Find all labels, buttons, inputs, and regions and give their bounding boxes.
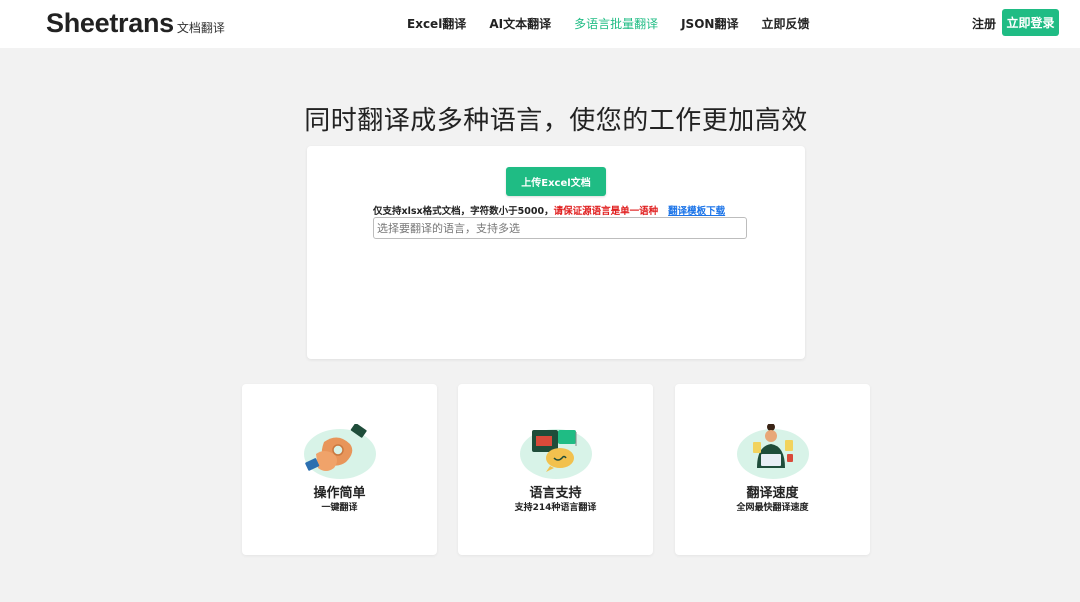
- nav-ai-text-translate[interactable]: AI文本翻译: [489, 15, 551, 32]
- feature-desc: 支持214种语言翻译: [514, 503, 597, 513]
- target-language-select[interactable]: [373, 217, 747, 239]
- notice-warning: 请保证源语言是单一语种: [553, 206, 659, 217]
- feature-desc: 一键翻译: [321, 503, 358, 513]
- top-header: Sheetrans 文档翻译 Excel翻译 AI文本翻译 多语言批量翻译 JS…: [0, 0, 1080, 48]
- feature-title: 语言支持: [529, 486, 582, 501]
- login-button[interactable]: 立即登录: [1002, 9, 1059, 36]
- upload-notice: 仅支持xlsx格式文档，字符数小于5000，请保证源语言是单一语种 翻译模板下载: [373, 203, 725, 217]
- template-download-link[interactable]: 翻译模板下载: [668, 206, 725, 217]
- upload-excel-button[interactable]: 上传Excel文档: [506, 167, 606, 196]
- page-headline: 同时翻译成多种语言，使您的工作更加高效: [304, 106, 808, 136]
- nav-json-translate[interactable]: JSON翻译: [681, 15, 738, 32]
- feature-card-speed: 翻译速度 全网最快翻译速度: [675, 384, 870, 555]
- nav-feedback[interactable]: 立即反馈: [761, 15, 809, 32]
- brand-logo[interactable]: Sheetrans 文档翻译: [46, 8, 225, 39]
- nav-multi-language-batch[interactable]: 多语言批量翻译: [574, 15, 658, 32]
- hands-icon: [304, 424, 376, 479]
- upload-card: 上传Excel文档 仅支持xlsx格式文档，字符数小于5000，请保证源语言是单…: [307, 146, 805, 359]
- feature-title: 操作简单: [313, 486, 366, 501]
- feature-card-easy: 操作简单 一键翻译: [242, 384, 437, 555]
- nav-excel-translate[interactable]: Excel翻译: [407, 15, 466, 32]
- notice-text: 仅支持xlsx格式文档，字符数小于5000，: [373, 206, 554, 217]
- feature-title: 翻译速度: [746, 486, 799, 501]
- translator-person-icon: [737, 424, 809, 479]
- language-bubbles-icon: [520, 429, 592, 479]
- feature-desc: 全网最快翻译速度: [736, 503, 809, 513]
- feature-card-language: 语言支持 支持214种语言翻译: [458, 384, 653, 555]
- brand-subtitle: 文档翻译: [176, 21, 225, 35]
- register-link[interactable]: 注册: [972, 15, 996, 32]
- main-nav: Excel翻译 AI文本翻译 多语言批量翻译 JSON翻译 立即反馈: [407, 15, 832, 32]
- brand-name: Sheetrans: [46, 8, 174, 38]
